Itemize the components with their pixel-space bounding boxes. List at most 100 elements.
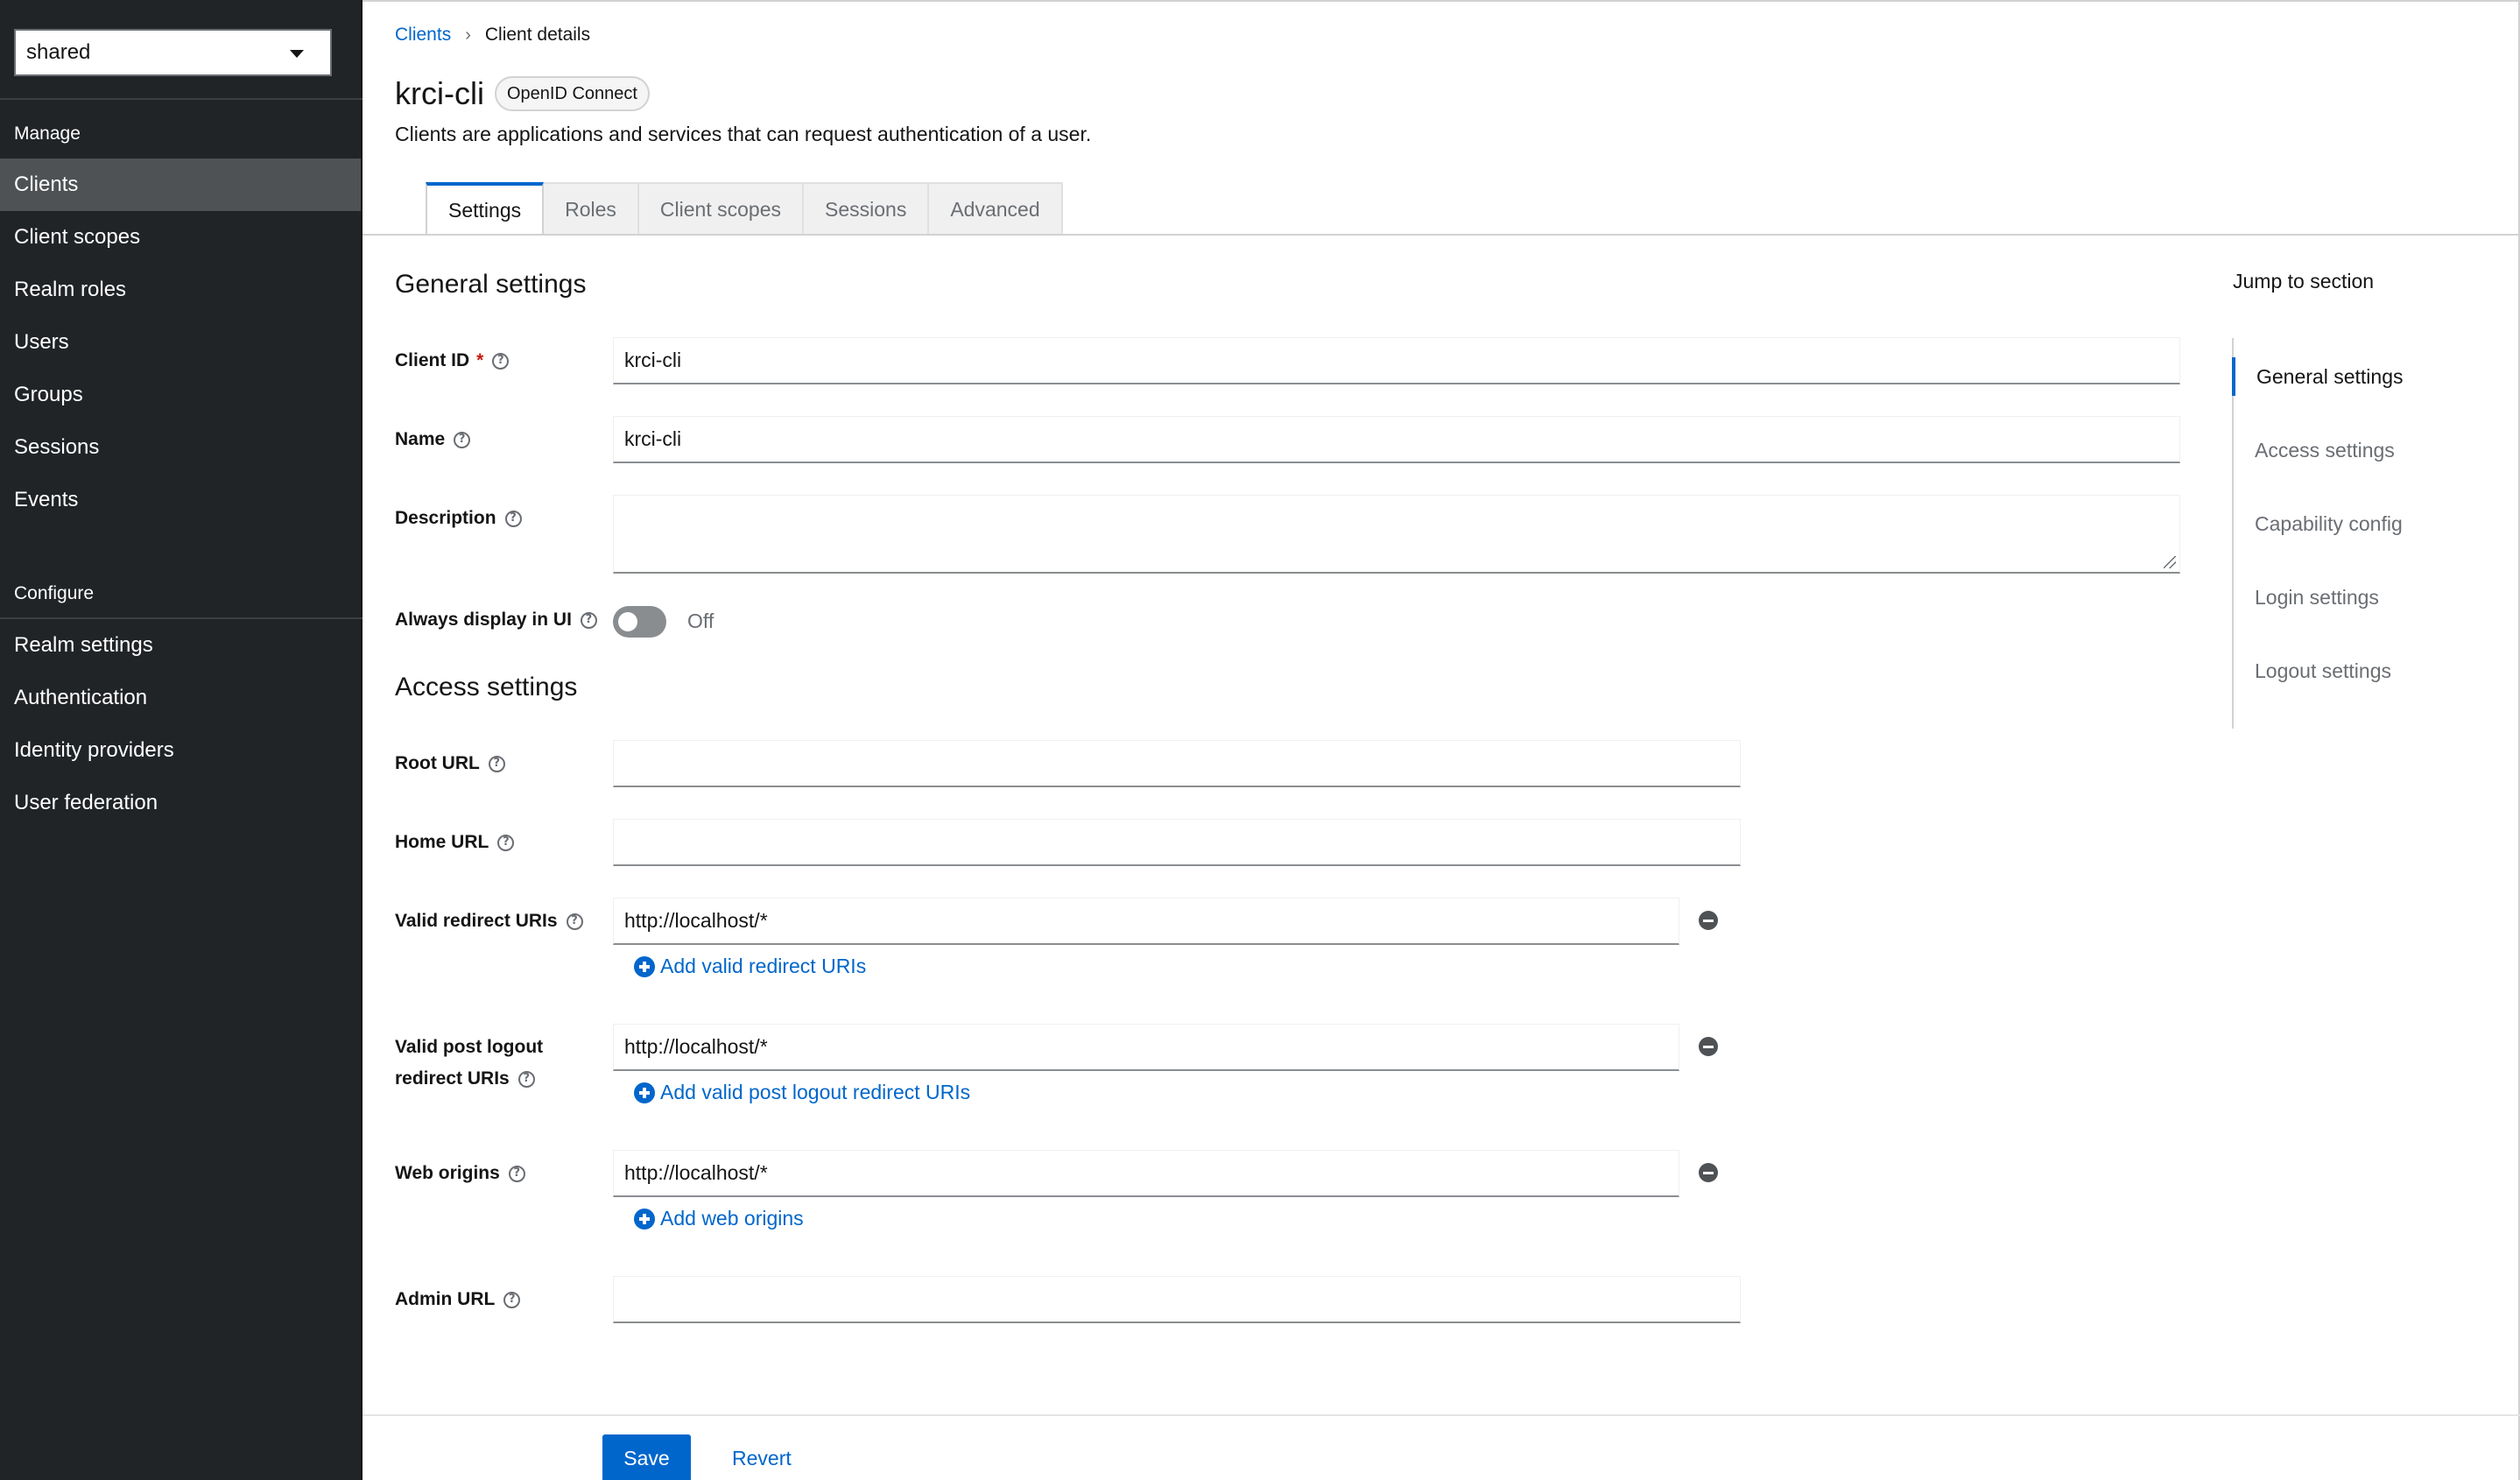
client-id-label: Client ID * ? [395, 345, 510, 377]
tab-client-scopes[interactable]: Client scopes [638, 182, 804, 235]
help-circle-icon[interactable]: ? [517, 1070, 535, 1088]
jump-to-section-nav: General settings Access settings Capabil… [2232, 338, 2477, 729]
sidebar-item-groups[interactable]: Groups [0, 369, 361, 421]
page-subtitle: Clients are applications and services th… [395, 123, 1092, 145]
help-circle-icon[interactable]: ? [504, 510, 522, 527]
revert-button[interactable]: Revert [714, 1434, 809, 1480]
add-redirect-uri-link[interactable]: Add valid redirect URIs [634, 955, 866, 978]
client-id-label-text: Client ID [395, 350, 470, 370]
toggle-knob [618, 612, 637, 631]
help-circle-icon[interactable]: ? [492, 352, 510, 370]
always-display-toggle[interactable] [613, 606, 666, 638]
root-url-label: Root URL ? [395, 748, 505, 779]
sidebar-item-user-federation[interactable]: User federation [0, 777, 361, 829]
add-post-logout-uri-link[interactable]: Add valid post logout redirect URIs [634, 1081, 970, 1104]
sidebar-item-realm-settings[interactable]: Realm settings [0, 619, 361, 672]
nav-group-manage: Manage [14, 123, 81, 144]
description-label-text: Description [395, 508, 496, 528]
always-display-label-text: Always display in UI [395, 610, 572, 630]
realm-selector[interactable]: shared [14, 29, 332, 76]
help-circle-icon[interactable]: ? [580, 611, 597, 629]
web-origins-label-text: Web origins [395, 1163, 500, 1183]
minus-circle-icon[interactable] [1699, 1163, 1718, 1182]
footer-divider [363, 1414, 2520, 1416]
name-label-text: Name [395, 429, 446, 449]
description-textarea[interactable] [613, 495, 2180, 574]
description-label: Description ? [395, 503, 522, 534]
top-border [363, 0, 2520, 2]
home-url-input[interactable] [613, 819, 1741, 866]
admin-url-label: Admin URL ? [395, 1284, 521, 1315]
protocol-badge: OpenID Connect [494, 76, 650, 111]
tab-advanced[interactable]: Advanced [929, 182, 1063, 235]
help-circle-icon[interactable]: ? [454, 431, 471, 448]
admin-url-label-text: Admin URL [395, 1289, 496, 1309]
help-circle-icon[interactable]: ? [497, 834, 515, 851]
required-indicator: * [476, 350, 484, 370]
jump-login-settings[interactable]: Login settings [2234, 578, 2479, 617]
redirect-uri-input[interactable]: http://localhost/* [613, 898, 1679, 945]
always-display-label: Always display in UI ? [395, 604, 597, 636]
post-logout-label: Valid post logout redirect URIs ? [395, 1032, 543, 1095]
post-logout-label-line2-wrap: redirect URIs ? [395, 1063, 535, 1095]
help-circle-icon[interactable]: ? [503, 1291, 521, 1308]
tabs-divider [363, 234, 2520, 236]
sidebar-item-client-scopes[interactable]: Client scopes [0, 211, 361, 264]
resize-handle-icon[interactable] [2164, 556, 2176, 568]
add-web-origins-text: Add web origins [660, 1207, 804, 1230]
plus-circle-icon [634, 1082, 655, 1103]
page-title: krci-cli [395, 75, 484, 111]
always-display-state: Off [687, 610, 714, 632]
tab-settings[interactable]: Settings [426, 182, 545, 235]
help-circle-icon[interactable]: ? [508, 1165, 525, 1182]
plus-circle-icon [634, 1208, 655, 1230]
web-origins-input[interactable]: http://localhost/* [613, 1150, 1679, 1197]
page-header: krci-cli OpenID Connect [395, 75, 650, 112]
jump-general-settings[interactable]: General settings [2232, 357, 2477, 396]
breadcrumb-clients-link[interactable]: Clients [395, 25, 451, 46]
name-label: Name ? [395, 424, 471, 455]
sidebar-item-users[interactable]: Users [0, 316, 361, 369]
breadcrumb-current: Client details [484, 25, 591, 45]
root-url-label-text: Root URL [395, 753, 480, 773]
sidebar-item-events[interactable]: Events [0, 474, 361, 526]
post-logout-label-line2: redirect URIs [395, 1068, 510, 1089]
tab-bar: Settings Roles Client scopes Sessions Ad… [426, 182, 1063, 235]
web-origins-label: Web origins ? [395, 1158, 525, 1189]
tab-roles[interactable]: Roles [544, 182, 639, 235]
add-web-origins-link[interactable]: Add web origins [634, 1207, 804, 1230]
client-id-input[interactable]: krci-cli [613, 337, 2180, 384]
sidebar-item-authentication[interactable]: Authentication [0, 672, 361, 724]
jump-access-settings[interactable]: Access settings [2234, 431, 2479, 469]
help-circle-icon[interactable]: ? [488, 755, 505, 772]
post-logout-label-line1: Valid post logout [395, 1037, 544, 1057]
root-url-input[interactable] [613, 740, 1741, 787]
admin-url-input[interactable] [613, 1276, 1741, 1323]
access-settings-title: Access settings [395, 673, 578, 701]
tab-sessions[interactable]: Sessions [804, 182, 930, 235]
redirect-uris-label: Valid redirect URIs ? [395, 906, 583, 937]
nav-group-configure: Configure [14, 583, 95, 603]
sidebar-divider [0, 98, 363, 100]
save-button[interactable]: Save [602, 1434, 691, 1480]
redirect-uris-label-text: Valid redirect URIs [395, 911, 558, 931]
sidebar-item-sessions[interactable]: Sessions [0, 421, 361, 474]
minus-circle-icon[interactable] [1699, 1037, 1718, 1056]
jump-to-section-title: Jump to section [2233, 270, 2375, 292]
sidebar-item-identity-providers[interactable]: Identity providers [0, 724, 361, 777]
jump-capability-config[interactable]: Capability config [2234, 504, 2479, 543]
home-url-label: Home URL ? [395, 827, 515, 858]
post-logout-uri-input[interactable]: http://localhost/* [613, 1024, 1679, 1071]
sidebar-item-clients[interactable]: Clients [0, 159, 361, 211]
add-post-logout-uri-text: Add valid post logout redirect URIs [660, 1081, 971, 1103]
help-circle-icon[interactable]: ? [566, 913, 583, 930]
jump-logout-settings[interactable]: Logout settings [2234, 652, 2479, 690]
sidebar: shared Manage Clients Client scopes Real… [0, 0, 363, 1480]
name-input[interactable]: krci-cli [613, 416, 2180, 463]
add-redirect-uri-text: Add valid redirect URIs [660, 955, 867, 977]
breadcrumb-separator-icon: › [465, 25, 471, 45]
caret-down-icon [290, 50, 304, 58]
plus-circle-icon [634, 955, 655, 977]
sidebar-item-realm-roles[interactable]: Realm roles [0, 264, 361, 316]
minus-circle-icon[interactable] [1699, 911, 1718, 930]
